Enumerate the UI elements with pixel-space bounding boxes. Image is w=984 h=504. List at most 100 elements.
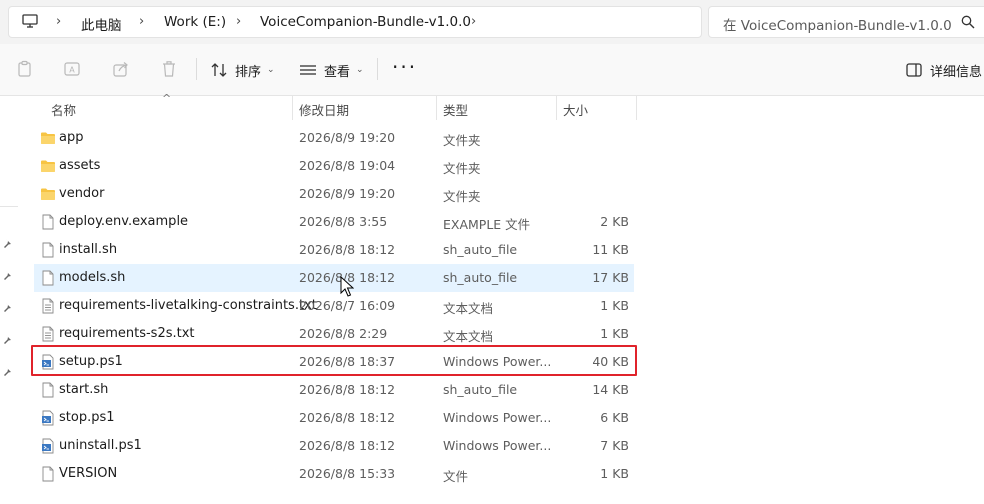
file-row[interactable]: install.sh 2026/8/8 18:12 sh_auto_file 11 K… bbox=[34, 236, 634, 264]
file-type: Windows Power... bbox=[443, 410, 552, 425]
file-name[interactable]: requirements-s2s.txt bbox=[59, 326, 195, 341]
address-bar[interactable]: › 此电脑 › Work (E:) › VoiceCompanion-Bundl… bbox=[8, 6, 702, 38]
file-size: 7 KB bbox=[600, 438, 629, 453]
file-date: 2026/8/8 18:12 bbox=[299, 242, 396, 257]
file-type: sh_auto_file bbox=[443, 270, 518, 285]
file-row[interactable]: stop.ps1 2026/8/8 18:12 Windows Power... 6 … bbox=[34, 404, 634, 432]
chevron-down-icon: ⌄ bbox=[356, 65, 364, 75]
column-resize-handle[interactable] bbox=[436, 96, 437, 120]
file-name[interactable]: install.sh bbox=[59, 242, 117, 257]
file-name[interactable]: VERSION bbox=[59, 466, 117, 481]
file-row[interactable]: app 2026/8/9 19:20 文件夹 bbox=[34, 124, 634, 152]
text-file-icon bbox=[42, 298, 54, 314]
chevron-right-icon[interactable]: › bbox=[471, 14, 476, 29]
pin-icon[interactable] bbox=[2, 302, 14, 314]
file-date: 2026/8/8 18:12 bbox=[299, 438, 396, 453]
delete-icon[interactable] bbox=[160, 60, 178, 78]
powershell-file-icon bbox=[42, 410, 54, 426]
file-row[interactable]: start.sh 2026/8/8 18:12 sh_auto_file 14 KB bbox=[34, 376, 634, 404]
file-size: 17 KB bbox=[592, 270, 629, 285]
column-resize-handle[interactable] bbox=[636, 96, 637, 120]
pin-icon[interactable] bbox=[2, 270, 14, 282]
file-type: 文本文档 bbox=[443, 301, 494, 316]
file-size: 6 KB bbox=[600, 410, 629, 425]
pin-icon[interactable] bbox=[2, 238, 14, 250]
column-header-type[interactable]: 类型 bbox=[443, 100, 468, 119]
folder-icon bbox=[41, 132, 55, 144]
chevron-right-icon[interactable]: › bbox=[56, 14, 61, 29]
search-icon bbox=[961, 15, 975, 29]
toolbar-divider bbox=[196, 58, 197, 80]
text-file-icon bbox=[42, 326, 54, 342]
file-size: 1 KB bbox=[600, 326, 629, 341]
file-row[interactable]: assets 2026/8/8 19:04 文件夹 bbox=[34, 152, 634, 180]
file-row[interactable]: uninstall.ps1 2026/8/8 18:12 Windows Power… bbox=[34, 432, 634, 460]
file-name[interactable]: models.sh bbox=[59, 270, 125, 285]
file-size: 1 KB bbox=[600, 466, 629, 481]
file-name[interactable]: assets bbox=[59, 158, 100, 173]
file-name[interactable]: app bbox=[59, 130, 83, 145]
this-pc-icon[interactable] bbox=[22, 14, 38, 28]
more-options-button[interactable]: ··· bbox=[392, 57, 417, 77]
details-pane-button[interactable]: 详细信息 bbox=[906, 56, 982, 84]
file-type: 文件夹 bbox=[443, 133, 481, 148]
file-name[interactable]: deploy.env.example bbox=[59, 214, 188, 229]
file-name[interactable]: requirements-livetalking-constraints.txt bbox=[59, 298, 317, 313]
file-date: 2026/8/8 3:55 bbox=[299, 214, 388, 229]
folder-icon bbox=[41, 160, 55, 172]
column-header-date[interactable]: 修改日期 bbox=[299, 100, 349, 119]
file-date: 2026/8/8 19:04 bbox=[299, 158, 396, 173]
breadcrumb-work-drive[interactable]: Work (E:) bbox=[164, 14, 226, 30]
view-label: 查看 bbox=[324, 64, 351, 80]
file-type: 文件夹 bbox=[443, 189, 481, 204]
paste-icon[interactable] bbox=[16, 60, 34, 78]
search-input[interactable]: 在 VoiceCompanion-Bundle-v1.0.0 中搜索 bbox=[708, 6, 984, 38]
file-row[interactable]: VERSION 2026/8/8 15:33 文件 1 KB bbox=[34, 460, 634, 488]
breadcrumb-this-pc[interactable]: 此电脑 bbox=[81, 14, 122, 34]
column-header-name[interactable]: 名称 bbox=[51, 100, 76, 119]
file-row[interactable]: requirements-livetalking-constraints.txt… bbox=[34, 292, 634, 320]
rename-icon[interactable]: A bbox=[63, 60, 81, 78]
file-size: 14 KB bbox=[592, 382, 629, 397]
chevron-right-icon[interactable]: › bbox=[236, 14, 241, 29]
file-date: 2026/8/7 16:09 bbox=[299, 298, 396, 313]
chevron-right-icon[interactable]: › bbox=[139, 14, 144, 29]
file-name[interactable]: stop.ps1 bbox=[59, 410, 115, 425]
file-type: sh_auto_file bbox=[443, 242, 518, 257]
sort-button[interactable]: 排序 ⌄ bbox=[211, 56, 275, 84]
file-date: 2026/8/8 15:33 bbox=[299, 466, 396, 481]
column-resize-handle[interactable] bbox=[292, 96, 293, 120]
file-row[interactable]: vendor 2026/8/9 19:20 文件夹 bbox=[34, 180, 634, 208]
file-size: 2 KB bbox=[600, 214, 629, 229]
view-icon bbox=[300, 65, 316, 75]
file-row[interactable]: requirements-s2s.txt 2026/8/8 2:29 文本文档 1 K… bbox=[34, 320, 634, 348]
column-header-size[interactable]: 大小 bbox=[563, 100, 588, 119]
svg-text:A: A bbox=[69, 66, 75, 75]
pin-icon[interactable] bbox=[2, 366, 14, 378]
share-icon[interactable] bbox=[112, 60, 130, 78]
file-date: 2026/8/9 19:20 bbox=[299, 186, 396, 201]
file-row[interactable]: deploy.env.example 2026/8/8 3:55 EXAMPLE 文… bbox=[34, 208, 634, 236]
file-size: 1 KB bbox=[600, 298, 629, 313]
chevron-down-icon: ⌄ bbox=[267, 65, 275, 75]
search-placeholder: 在 VoiceCompanion-Bundle-v1.0.0 中搜索 bbox=[723, 18, 953, 34]
column-header-row: ^ 名称 修改日期 类型 大小 bbox=[18, 92, 984, 120]
file-icon bbox=[42, 214, 54, 230]
file-row[interactable]: models.sh 2026/8/8 18:12 sh_auto_file 17 KB bbox=[34, 264, 634, 292]
pin-icon[interactable] bbox=[2, 334, 14, 346]
folder-icon bbox=[41, 188, 55, 200]
breadcrumb-current-folder[interactable]: VoiceCompanion-Bundle-v1.0.0 bbox=[260, 14, 471, 30]
details-pane-icon bbox=[906, 63, 922, 77]
file-date: 2026/8/8 18:12 bbox=[299, 382, 396, 397]
column-resize-handle[interactable] bbox=[556, 96, 557, 120]
sort-ascending-icon: ^ bbox=[162, 92, 172, 105]
file-name[interactable]: start.sh bbox=[59, 382, 108, 397]
view-button[interactable]: 查看 ⌄ bbox=[298, 56, 364, 84]
address-bar-row: › 此电脑 › Work (E:) › VoiceCompanion-Bundl… bbox=[0, 0, 984, 44]
file-name[interactable]: vendor bbox=[59, 186, 104, 201]
command-bar: A 排序 ⌄ 查看 ⌄ ··· 详细信息 bbox=[0, 44, 984, 96]
file-type: 文本文档 bbox=[443, 329, 494, 344]
file-name[interactable]: uninstall.ps1 bbox=[59, 438, 142, 453]
details-label: 详细信息 bbox=[930, 64, 983, 80]
sort-label: 排序 bbox=[235, 64, 262, 80]
